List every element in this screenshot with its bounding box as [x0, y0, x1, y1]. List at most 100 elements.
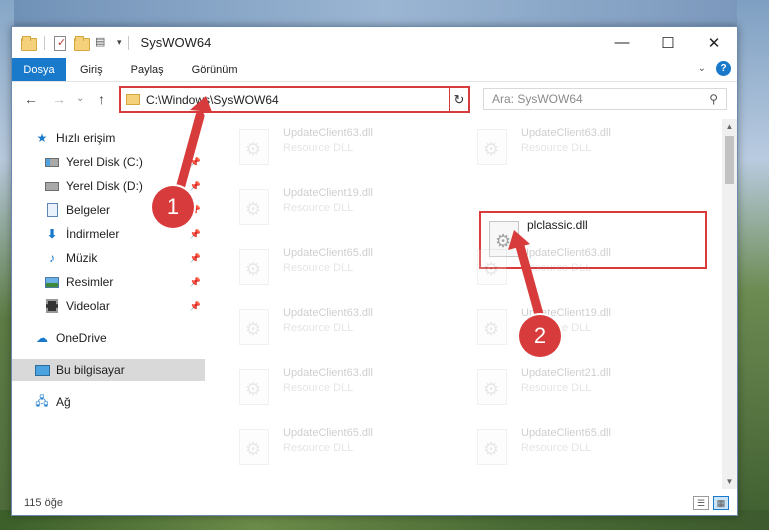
file-name: UpdateClient65.dll	[283, 247, 373, 259]
ribbon-tabs: Dosya Giriş Paylaş Görünüm ⌄ ?	[12, 58, 737, 82]
file-type: Resource DLL	[283, 202, 354, 214]
dll-file-icon	[477, 309, 507, 345]
maximize-button[interactable]: ☐	[645, 27, 691, 58]
nav-item-label: Videolar	[66, 299, 110, 313]
search-placeholder: Ara: SysWOW64	[492, 92, 583, 106]
file-name: plclassic.dll	[527, 218, 588, 232]
file-item[interactable]: UpdateClient65.dll Resource DLL	[455, 421, 655, 477]
file-type: Resource DLL	[283, 322, 354, 334]
file-item[interactable]: UpdateClient63.dll Resource DLL	[217, 301, 417, 357]
dll-file-icon	[477, 249, 507, 285]
network-icon: 🖧	[35, 393, 49, 408]
nav-item-network[interactable]: 🖧 Ağ	[34, 391, 205, 413]
scroll-thumb[interactable]	[725, 136, 734, 184]
address-bar[interactable]: C:\Windows\SysWOW64 ⌄	[119, 86, 469, 113]
music-icon: ♪	[49, 251, 55, 265]
dll-file-icon	[239, 249, 269, 285]
pin-icon: 📌	[189, 300, 201, 311]
file-name: UpdateClient63.dll	[521, 127, 611, 139]
nav-item-label: OneDrive	[56, 331, 107, 345]
file-item[interactable]: UpdateClient63.dll Resource DLL	[217, 121, 417, 177]
dll-file-icon	[477, 129, 507, 165]
nav-item-this-pc[interactable]: Bu bilgisayar	[12, 359, 205, 381]
forward-button[interactable]: →	[52, 91, 66, 107]
dll-file-icon	[477, 429, 507, 465]
expand-ribbon-icon[interactable]: ⌄	[698, 63, 706, 74]
nav-item-label: Ağ	[56, 395, 71, 409]
nav-item-label: Hızlı erişim	[56, 131, 116, 145]
nav-item-pictures[interactable]: Resimler 📌	[44, 271, 205, 293]
tab-home[interactable]: Giriş	[66, 58, 117, 81]
properties-icon[interactable]	[51, 35, 69, 51]
address-path[interactable]: C:\Windows\SysWOW64	[146, 93, 453, 107]
file-name: UpdateClient63.dll	[283, 367, 373, 379]
tab-view[interactable]: Görünüm	[178, 58, 252, 81]
dll-file-icon	[477, 369, 507, 405]
desktop-background-top	[0, 0, 769, 28]
onedrive-icon: ☁	[36, 331, 48, 345]
file-item[interactable]: UpdateClient65.dll Resource DLL	[217, 241, 417, 297]
nav-item-label: Belgeler	[66, 203, 111, 217]
nav-item-label: Bu bilgisayar	[56, 363, 125, 377]
file-type: Resource DLL	[283, 262, 354, 274]
new-folder-icon[interactable]	[73, 35, 91, 51]
drive-d-icon	[44, 179, 60, 193]
file-item[interactable]: UpdateClient63.dll Resource DLL	[455, 121, 655, 177]
desktop-background-right	[737, 0, 769, 530]
refresh-button[interactable]: ↻	[449, 86, 470, 113]
file-name: UpdateClient19.dll	[283, 187, 373, 199]
up-button[interactable]: ↑	[98, 91, 105, 107]
tiles-view-icon[interactable]: ▦	[713, 496, 729, 510]
status-bar: 115 öğe ☰ ▦	[12, 491, 737, 515]
vertical-scrollbar[interactable]: ▲ ▼	[722, 119, 737, 489]
scroll-down-icon[interactable]: ▼	[722, 474, 737, 489]
star-icon: ★	[36, 131, 48, 145]
window-controls: — ☐ ✕	[599, 27, 737, 58]
nav-item-videos[interactable]: Videolar 📌	[44, 295, 205, 317]
nav-item-music[interactable]: ♪ Müzik 📌	[44, 247, 205, 269]
this-pc-icon	[34, 363, 50, 377]
nav-item-label: İndirmeler	[66, 227, 120, 241]
help-icon[interactable]: ?	[716, 61, 731, 76]
dll-file-icon	[239, 129, 269, 165]
nav-item-label: Resimler	[66, 275, 114, 289]
close-button[interactable]: ✕	[691, 27, 737, 58]
file-type: Resource DLL	[283, 382, 354, 394]
customize-toolbar-icon[interactable]: ▤	[95, 35, 113, 51]
pictures-icon	[44, 275, 60, 289]
dll-file-icon	[239, 189, 269, 225]
nav-item-drive-c[interactable]: Yerel Disk (C:) 📌	[44, 151, 205, 173]
scroll-up-icon[interactable]: ▲	[722, 119, 737, 134]
tab-file[interactable]: Dosya	[12, 58, 66, 81]
nav-item-quick-access[interactable]: ★ Hızlı erişim	[34, 127, 205, 149]
file-type: Resource DLL	[283, 442, 354, 454]
details-view-icon[interactable]: ☰	[693, 496, 709, 510]
tab-share[interactable]: Paylaş	[117, 58, 178, 81]
recent-locations-button[interactable]: ⌄	[76, 93, 84, 104]
nav-item-label: Yerel Disk (C:)	[66, 155, 143, 169]
minimize-button[interactable]: —	[599, 27, 645, 58]
file-type: Resource DLL	[521, 382, 592, 394]
callout-badge-2: 2	[519, 315, 561, 357]
file-item[interactable]: UpdateClient63.dll Resource DLL	[217, 361, 417, 417]
nav-item-onedrive[interactable]: ☁ OneDrive	[34, 327, 205, 349]
file-item[interactable]: UpdateClient19.dll Resource DLL	[217, 181, 417, 237]
file-item[interactable]: UpdateClient65.dll Resource DLL	[217, 421, 417, 477]
documents-icon	[44, 203, 60, 217]
drive-c-icon	[44, 155, 60, 169]
window-folder-icon	[20, 35, 38, 51]
pin-icon: 📌	[189, 228, 201, 239]
file-item[interactable]: UpdateClient21.dll Resource DLL	[455, 361, 655, 417]
file-item[interactable]: UpdateClient63.dll Resource DLL	[455, 241, 655, 297]
back-button[interactable]: ←	[24, 91, 38, 107]
pin-icon: 📌	[189, 276, 201, 287]
search-icon[interactable]: ⚲	[709, 92, 718, 106]
callout-badge-1: 1	[152, 186, 194, 228]
file-name: UpdateClient65.dll	[521, 427, 611, 439]
file-name: UpdateClient65.dll	[283, 427, 373, 439]
file-name: UpdateClient63.dll	[283, 307, 373, 319]
toolbar-dropdown-icon[interactable]: ▾	[117, 37, 122, 48]
item-count: 115 öğe	[24, 497, 63, 509]
toolbar-separator	[44, 35, 45, 50]
search-input[interactable]: Ara: SysWOW64 ⚲	[483, 88, 727, 110]
